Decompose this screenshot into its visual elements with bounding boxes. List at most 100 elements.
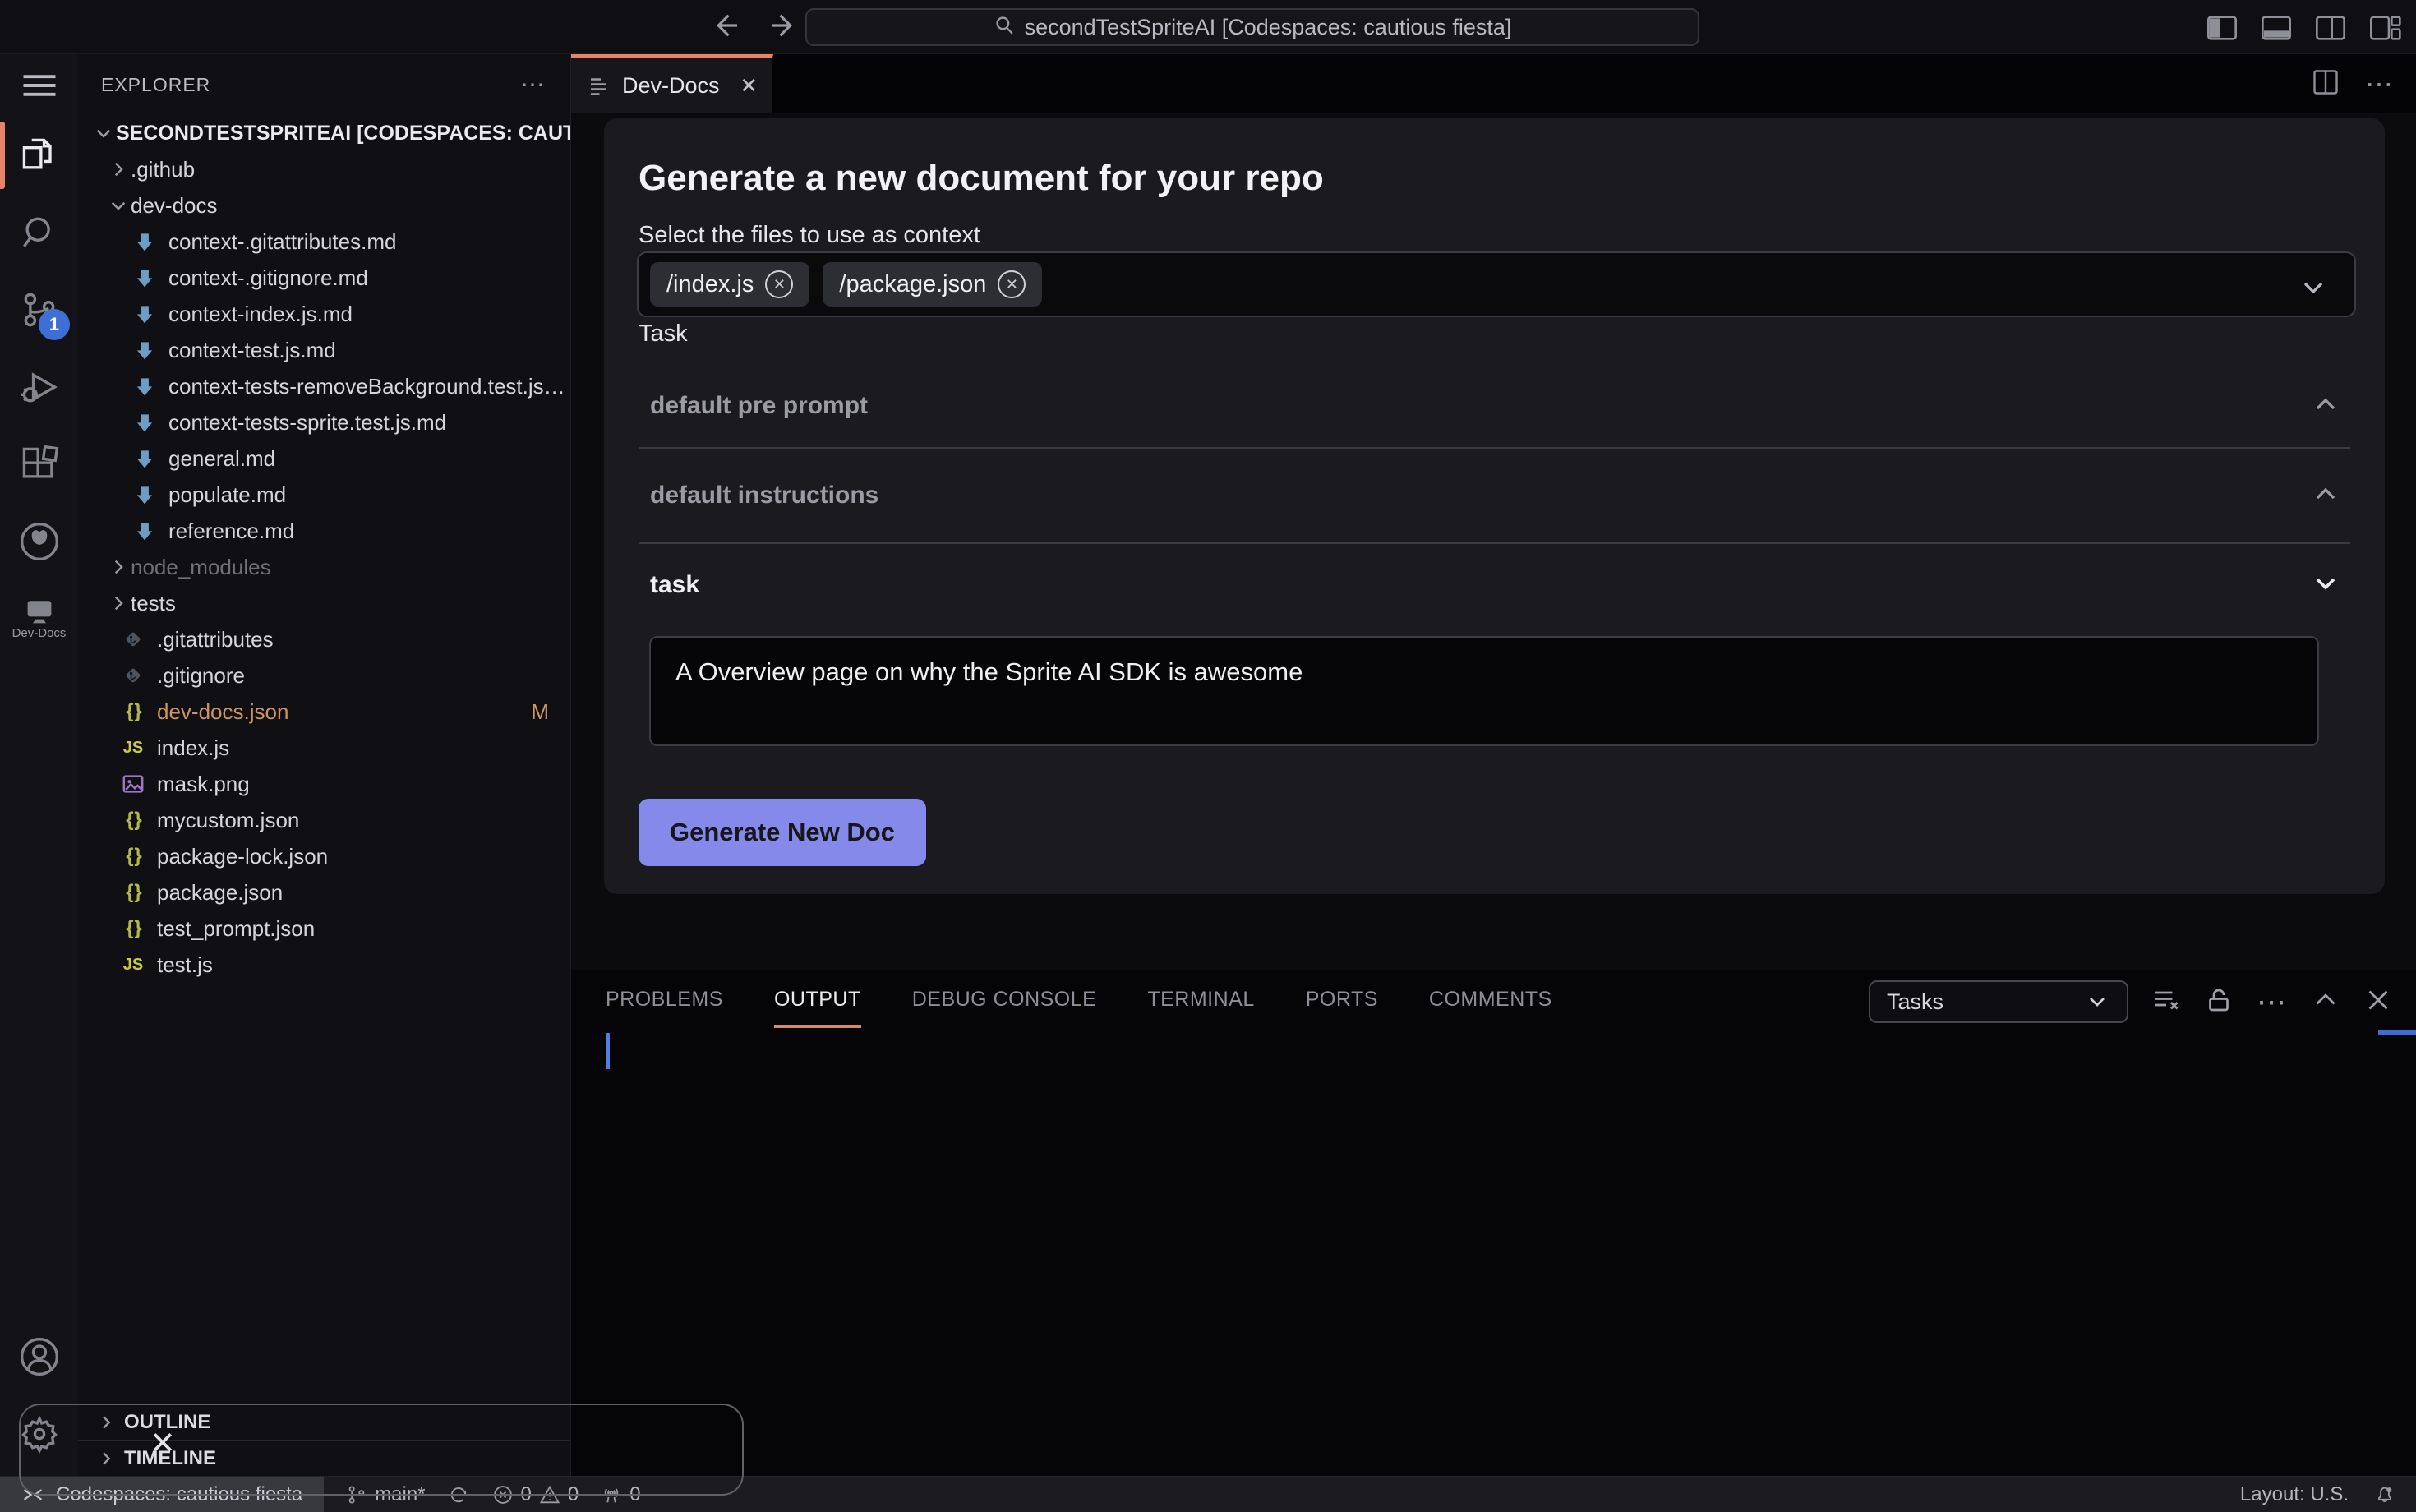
tree-item-label: package.json bbox=[157, 879, 284, 905]
title-bar: secondTestSpriteAI [Codespaces: cautious… bbox=[0, 0, 2416, 54]
tree-item[interactable]: populate.md bbox=[78, 477, 570, 513]
context-label: Select the files to use as context bbox=[639, 222, 980, 248]
editor-tab-bar: Dev-Docs ✕ ⋯ bbox=[571, 54, 2416, 113]
tree-item[interactable]: general.md bbox=[78, 440, 570, 477]
scrollbar-indicator[interactable] bbox=[2378, 1030, 2416, 1035]
chevron-up-icon[interactable] bbox=[2309, 388, 2342, 425]
back-icon[interactable] bbox=[708, 8, 743, 47]
chevron-up-icon[interactable] bbox=[2309, 477, 2342, 514]
tab-devdocs[interactable]: Dev-Docs ✕ bbox=[571, 54, 773, 113]
extensions-icon[interactable] bbox=[0, 426, 78, 503]
select-chevron-down-icon[interactable] bbox=[2297, 271, 2330, 308]
tree-item[interactable]: mask.png bbox=[78, 766, 570, 802]
tab-label: Dev-Docs bbox=[622, 72, 720, 98]
panel-tab-bar: PROBLEMS OUTPUT DEBUG CONSOLE TERMINAL PORTS… bbox=[606, 970, 1552, 1028]
tree-item[interactable]: JS index.js bbox=[78, 730, 570, 766]
notifications-bell-icon[interactable] bbox=[2373, 1483, 2396, 1506]
command-center-search[interactable]: secondTestSpriteAI [Codespaces: cautious… bbox=[805, 8, 1699, 46]
panel-tab-output[interactable]: OUTPUT bbox=[773, 970, 861, 1028]
output-channel-dropdown[interactable]: Tasks bbox=[1869, 980, 2128, 1023]
tree-item-label: test.js bbox=[157, 952, 213, 977]
tree-item-label: package-lock.json bbox=[157, 843, 329, 869]
lock-icon[interactable] bbox=[2204, 985, 2234, 1019]
toggle-secondary-sidebar-icon[interactable] bbox=[2314, 12, 2347, 48]
js-file-icon: JS bbox=[122, 738, 144, 757]
tree-item[interactable]: context-test.js.md bbox=[78, 332, 570, 368]
toggle-primary-sidebar-icon[interactable] bbox=[2206, 12, 2238, 48]
chip-label: /package.json bbox=[839, 270, 987, 297]
chevron-down-icon bbox=[91, 122, 116, 144]
tree-item[interactable]: .github bbox=[78, 151, 570, 187]
github-icon[interactable] bbox=[0, 503, 78, 580]
drag-close-icon: ✕ bbox=[150, 1427, 176, 1461]
md-file-icon bbox=[131, 411, 159, 434]
clear-output-icon[interactable] bbox=[2151, 985, 2181, 1019]
section-default-pre-prompt[interactable]: default pre prompt bbox=[639, 365, 2350, 449]
panel-tab-problems[interactable]: PROBLEMS bbox=[606, 970, 723, 1028]
tree-item[interactable]: .gitignore bbox=[78, 657, 570, 694]
panel-tab-comments[interactable]: COMMENTS bbox=[1429, 970, 1552, 1028]
context-file-chip[interactable]: /package.json ✕ bbox=[823, 262, 1043, 307]
split-editor-icon[interactable] bbox=[2311, 67, 2340, 101]
tree-item[interactable]: { } mycustom.json bbox=[78, 802, 570, 838]
maximize-panel-icon[interactable] bbox=[2311, 985, 2340, 1019]
section-default-instructions[interactable]: default instructions bbox=[639, 449, 2350, 544]
editor-more-icon[interactable]: ⋯ bbox=[2365, 68, 2395, 101]
tree-item[interactable]: { } package.json bbox=[78, 874, 570, 910]
tree-item-label: node_modules bbox=[131, 554, 271, 579]
panel-more-icon[interactable]: ⋯ bbox=[2257, 984, 2288, 1019]
run-debug-icon[interactable] bbox=[0, 348, 78, 426]
context-file-chip[interactable]: /index.js ✕ bbox=[650, 262, 810, 307]
devdocs-extension-icon[interactable]: Dev-Docs bbox=[0, 580, 78, 657]
tree-item[interactable]: context-.gitattributes.md bbox=[78, 224, 570, 260]
task-group-label: Task bbox=[639, 320, 688, 347]
tree-item[interactable]: context-tests-sprite.test.js.md bbox=[78, 404, 570, 440]
section-task[interactable]: task bbox=[639, 544, 2350, 626]
tree-item[interactable]: node_modules bbox=[78, 549, 570, 585]
tree-item[interactable]: .gitattributes bbox=[78, 621, 570, 657]
task-textarea[interactable]: A Overview page on why the Sprite AI SDK… bbox=[649, 636, 2319, 746]
explorer-more-actions-icon[interactable]: ⋯ bbox=[520, 71, 547, 99]
tab-close-icon[interactable]: ✕ bbox=[740, 73, 758, 99]
panel-tab-ports[interactable]: PORTS bbox=[1306, 970, 1378, 1028]
explorer-sidebar: EXPLORER ⋯ SECONDTESTSPRITEAI [CODESPACE… bbox=[78, 54, 571, 1476]
generate-new-doc-button[interactable]: Generate New Doc bbox=[639, 799, 926, 866]
tree-item[interactable]: SECONDTESTSPRITEAI [CODESPACES: CAUTIO… bbox=[78, 115, 570, 151]
customize-layout-icon[interactable] bbox=[2368, 12, 2401, 48]
search-icon bbox=[994, 14, 1015, 41]
toggle-panel-icon[interactable] bbox=[2260, 12, 2293, 48]
menu-icon[interactable] bbox=[0, 54, 78, 117]
section-label: default pre prompt bbox=[650, 392, 869, 419]
md-file-icon bbox=[131, 483, 159, 506]
chip-remove-icon[interactable]: ✕ bbox=[998, 270, 1026, 298]
md-file-icon bbox=[131, 302, 159, 325]
tree-item[interactable]: dev-docs bbox=[78, 187, 570, 224]
tree-item[interactable]: JS test.js bbox=[78, 947, 570, 983]
chip-remove-icon[interactable]: ✕ bbox=[765, 270, 794, 298]
context-files-select[interactable]: /index.js ✕ /package.json ✕ bbox=[637, 251, 2356, 317]
md-file-icon bbox=[131, 230, 159, 253]
tree-item-label: .gitattributes bbox=[157, 626, 274, 652]
panel-tab-terminal[interactable]: TERMINAL bbox=[1147, 970, 1254, 1028]
tree-item[interactable]: context-tests-removeBackground.test.js… bbox=[78, 368, 570, 404]
tree-item[interactable]: context-.gitignore.md bbox=[78, 260, 570, 296]
section-label: default instructions bbox=[650, 482, 879, 509]
tree-item[interactable]: tests bbox=[78, 585, 570, 621]
chevron-down-icon[interactable] bbox=[2309, 567, 2342, 604]
search-sidebar-icon[interactable] bbox=[0, 194, 78, 271]
tree-item[interactable]: reference.md bbox=[78, 513, 570, 549]
account-icon[interactable] bbox=[0, 1318, 78, 1395]
source-control-icon[interactable]: 1 bbox=[0, 271, 78, 348]
tree-item[interactable]: context-index.js.md bbox=[78, 296, 570, 332]
forward-icon[interactable] bbox=[766, 8, 800, 47]
explorer-icon[interactable] bbox=[0, 117, 78, 194]
tree-item[interactable]: { } package-lock.json bbox=[78, 838, 570, 874]
tree-item-label: context-tests-sprite.test.js.md bbox=[168, 409, 447, 435]
tree-item[interactable]: { } test_prompt.json bbox=[78, 910, 570, 947]
md-file-icon bbox=[131, 375, 159, 398]
tree-item[interactable]: { } dev-docs.json M bbox=[78, 694, 570, 730]
layout-indicator[interactable]: Layout: U.S. bbox=[2240, 1483, 2349, 1506]
close-panel-icon[interactable] bbox=[2363, 985, 2393, 1019]
tree-item-label: context-index.js.md bbox=[168, 301, 353, 326]
panel-tab-debug-console[interactable]: DEBUG CONSOLE bbox=[912, 970, 1097, 1028]
